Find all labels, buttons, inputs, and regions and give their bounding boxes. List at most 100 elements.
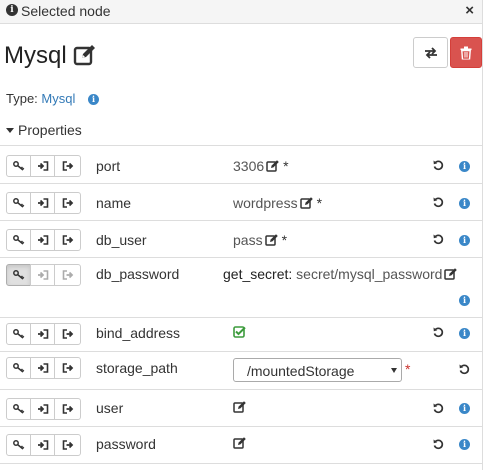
sign-in-button[interactable] (30, 229, 55, 251)
sign-out-icon (62, 270, 73, 280)
caret-down-icon (6, 128, 14, 133)
key-button[interactable] (6, 155, 31, 177)
sign-out-icon (62, 363, 73, 373)
storage-path-select[interactable]: /mountedStorage (233, 358, 402, 382)
key-icon (12, 270, 24, 280)
property-name: db_password (96, 266, 180, 282)
property-button-group (6, 192, 81, 214)
key-icon (12, 363, 24, 373)
sign-in-button[interactable] (30, 357, 55, 379)
sign-out-button[interactable] (54, 357, 81, 379)
panel-heading: i Selected node × (0, 0, 482, 24)
info-icon[interactable]: i (459, 295, 470, 306)
key-button[interactable] (6, 357, 31, 379)
property-row-bind-address: bind_address i (0, 318, 482, 352)
edit-icon[interactable] (299, 196, 314, 209)
info-icon[interactable]: i (459, 403, 470, 414)
edit-title-icon[interactable] (73, 43, 97, 67)
sign-out-button[interactable] (54, 323, 81, 345)
property-value-text: pass (233, 232, 263, 248)
edit-icon[interactable] (444, 267, 458, 280)
reset-icon[interactable] (433, 197, 444, 208)
sign-in-button[interactable] (30, 323, 55, 345)
edit-icon[interactable] (266, 159, 280, 172)
swap-icon (424, 46, 437, 59)
chevron-down-icon (391, 368, 397, 373)
edit-icon[interactable] (233, 436, 247, 449)
trash-icon (460, 46, 472, 59)
type-link[interactable]: Mysql (41, 91, 75, 106)
sign-out-button[interactable] (54, 192, 81, 214)
sign-in-button[interactable] (30, 398, 55, 420)
key-button[interactable] (6, 192, 31, 214)
sign-out-icon (62, 198, 73, 208)
edit-icon[interactable] (264, 233, 279, 246)
node-title: Mysql (4, 42, 67, 69)
sign-in-button[interactable] (30, 155, 55, 177)
property-value: 3306 * (233, 158, 289, 174)
property-value: get_secret: secret/mysql_password (223, 266, 458, 282)
property-row-db-password: db_password get_secret: secret/mysql_pas… (0, 258, 482, 318)
info-icon[interactable]: i (459, 328, 470, 339)
property-name: name (96, 195, 132, 211)
sign-in-icon (37, 270, 48, 280)
type-row: Type: Mysql (6, 91, 75, 106)
property-button-group (6, 398, 81, 420)
close-button[interactable]: × (465, 2, 474, 19)
selected-node-panel: i Selected node × Mysql Type: Mysql i Pr… (0, 0, 483, 470)
sign-out-icon (62, 161, 73, 171)
key-button[interactable] (6, 434, 31, 456)
key-button[interactable] (6, 264, 31, 286)
key-icon (12, 329, 24, 339)
property-button-group (6, 434, 81, 456)
reset-icon[interactable] (433, 234, 444, 245)
sign-in-icon (37, 363, 48, 373)
properties-toggle[interactable]: Properties (6, 122, 82, 138)
property-button-group (6, 155, 81, 177)
property-value-text: wordpress (233, 195, 298, 211)
type-info-icon[interactable]: i (88, 94, 99, 105)
reset-icon[interactable] (433, 160, 444, 171)
key-button[interactable] (6, 229, 31, 251)
reset-icon[interactable] (459, 364, 470, 375)
key-button[interactable] (6, 398, 31, 420)
property-name: password (96, 436, 156, 452)
swap-button[interactable] (413, 37, 448, 68)
info-icon[interactable]: i (459, 161, 470, 172)
reset-icon[interactable] (433, 327, 444, 338)
sign-out-icon (62, 235, 73, 245)
key-icon (12, 161, 24, 171)
property-button-group (6, 229, 81, 251)
sign-out-button[interactable] (54, 434, 81, 456)
sign-out-button[interactable] (54, 264, 81, 286)
property-row-name: name wordpress * i (0, 184, 482, 221)
edit-icon[interactable] (233, 400, 247, 413)
check-square-icon[interactable] (233, 325, 246, 338)
property-value: wordpress * (233, 195, 322, 211)
key-icon (12, 235, 24, 245)
panel-title: Selected node (21, 3, 111, 19)
sign-in-icon (37, 235, 48, 245)
reset-icon[interactable] (433, 439, 444, 450)
key-button[interactable] (6, 323, 31, 345)
info-icon[interactable]: i (459, 198, 470, 209)
property-value-text: secret/mysql_password (296, 266, 443, 282)
sign-out-button[interactable] (54, 155, 81, 177)
property-value: pass * (233, 232, 287, 248)
sign-in-button[interactable] (30, 264, 55, 286)
delete-button[interactable] (450, 37, 482, 68)
sign-in-button[interactable] (30, 434, 55, 456)
info-icon[interactable]: i (459, 235, 470, 246)
key-icon (12, 440, 24, 450)
sign-out-button[interactable] (54, 229, 81, 251)
sign-out-icon (62, 329, 73, 339)
property-value-text: 3306 (233, 158, 265, 174)
info-icon[interactable]: i (459, 439, 470, 450)
property-row-user: user i (0, 390, 482, 427)
property-name: bind_address (96, 325, 181, 341)
reset-icon[interactable] (433, 403, 444, 414)
property-row-password: password i (0, 427, 482, 464)
sign-in-button[interactable] (30, 192, 55, 214)
function-name: get_secret: (223, 266, 293, 282)
sign-out-button[interactable] (54, 398, 81, 420)
